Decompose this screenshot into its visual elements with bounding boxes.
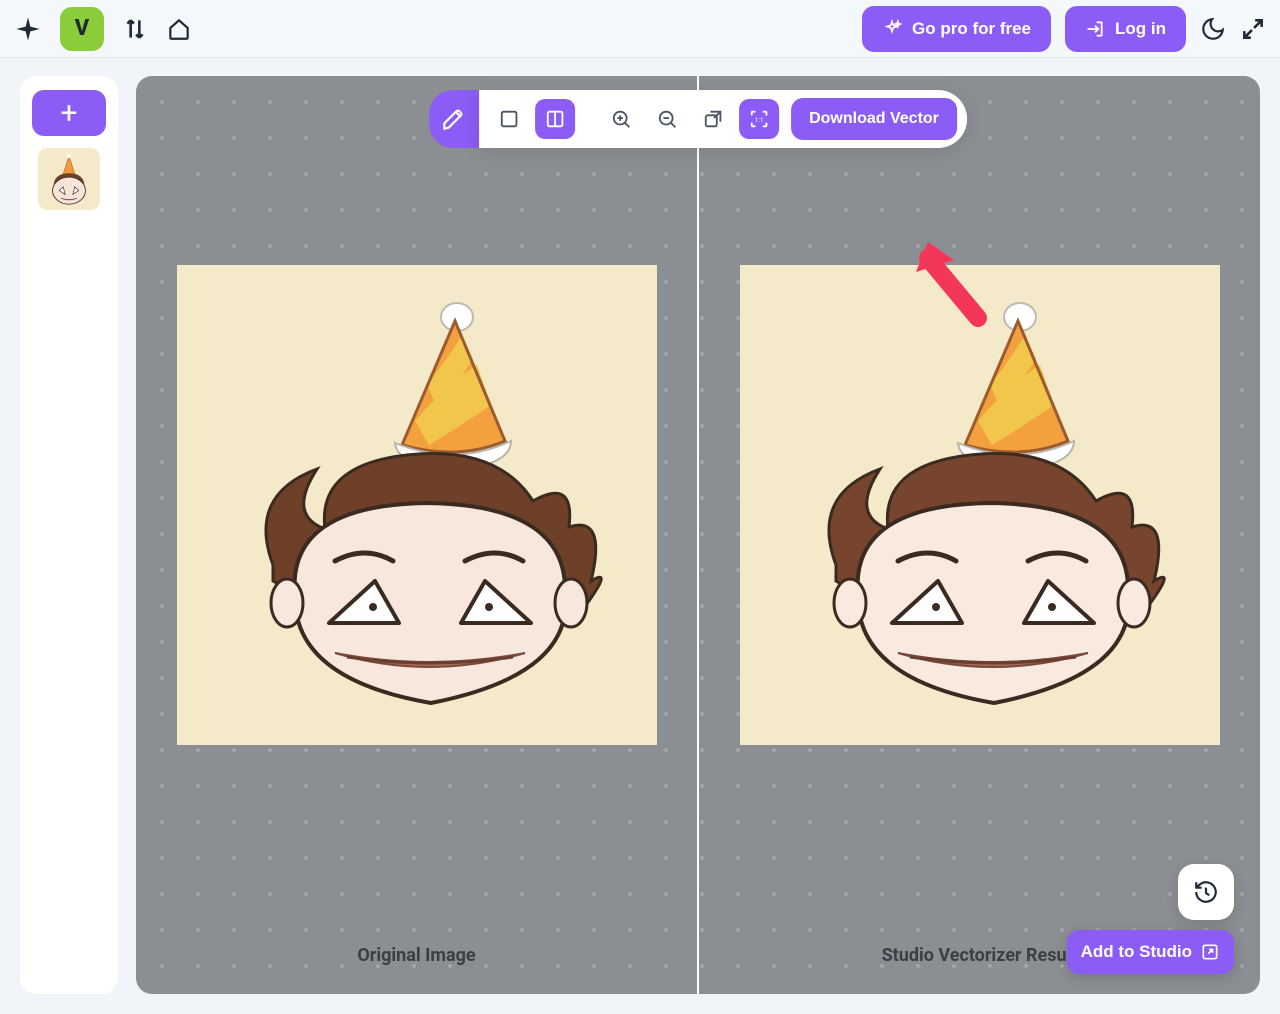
toolbar-tray: 1:1 Download Vector bbox=[479, 90, 967, 148]
zoom-in-icon bbox=[610, 108, 632, 130]
canvas[interactable]: 1:1 Download Vector bbox=[136, 76, 1260, 994]
add-to-studio-button[interactable]: Add to Studio bbox=[1067, 930, 1234, 974]
result-pane: Studio Vectorizer Result bbox=[699, 76, 1260, 994]
zoom-out-icon bbox=[656, 108, 678, 130]
vectorized-image bbox=[740, 265, 1220, 745]
original-pane-label: Original Image bbox=[136, 945, 697, 966]
login-label: Log in bbox=[1115, 19, 1166, 39]
sort-icon[interactable] bbox=[122, 16, 148, 42]
crop-selection-icon: 1:1 bbox=[748, 108, 770, 130]
floating-toolbar: 1:1 Download Vector bbox=[429, 90, 967, 148]
footer-actions: Add to Studio bbox=[1067, 864, 1234, 974]
go-pro-label: Go pro for free bbox=[912, 19, 1031, 39]
app-logo-badge[interactable]: V bbox=[60, 7, 104, 51]
home-icon[interactable] bbox=[166, 16, 192, 42]
app-body: + bbox=[0, 58, 1280, 1014]
original-pane: Original Image bbox=[136, 76, 697, 994]
download-vector-button[interactable]: Download Vector bbox=[791, 98, 957, 140]
popout-button[interactable] bbox=[693, 99, 733, 139]
split-container: Original Image bbox=[136, 76, 1260, 994]
login-button[interactable]: Log in bbox=[1065, 6, 1186, 52]
sidebar: + bbox=[20, 76, 118, 994]
download-vector-label: Download Vector bbox=[809, 110, 939, 127]
split-view-icon bbox=[544, 108, 566, 130]
open-external-icon bbox=[1200, 942, 1220, 962]
plus-icon: + bbox=[60, 96, 77, 131]
login-icon bbox=[1085, 19, 1105, 39]
app-header: V Go pro for free Log in bbox=[0, 0, 1280, 58]
thumbnail-artwork bbox=[40, 150, 98, 208]
original-image bbox=[177, 265, 657, 745]
sparkle-icon bbox=[882, 19, 902, 39]
pen-tool-icon bbox=[441, 106, 467, 132]
split-view-button[interactable] bbox=[535, 99, 575, 139]
zoom-in-button[interactable] bbox=[601, 99, 641, 139]
popout-icon bbox=[702, 108, 724, 130]
history-button[interactable] bbox=[1178, 864, 1234, 920]
expand-icon[interactable] bbox=[1240, 16, 1266, 42]
go-pro-button[interactable]: Go pro for free bbox=[862, 6, 1051, 52]
history-download-icon bbox=[1193, 879, 1219, 905]
image-thumbnail[interactable] bbox=[38, 148, 100, 210]
canvas-panel: 1:1 Download Vector bbox=[136, 76, 1260, 994]
moon-icon[interactable] bbox=[1200, 16, 1226, 42]
add-image-button[interactable]: + bbox=[32, 90, 106, 136]
pen-tool-button[interactable] bbox=[429, 90, 479, 148]
crop-selection-button[interactable]: 1:1 bbox=[739, 99, 779, 139]
zoom-out-button[interactable] bbox=[647, 99, 687, 139]
svg-text:1:1: 1:1 bbox=[755, 116, 764, 124]
spark-icon bbox=[14, 15, 42, 43]
add-to-studio-label: Add to Studio bbox=[1081, 942, 1192, 962]
single-view-button[interactable] bbox=[489, 99, 529, 139]
square-icon bbox=[498, 108, 520, 130]
